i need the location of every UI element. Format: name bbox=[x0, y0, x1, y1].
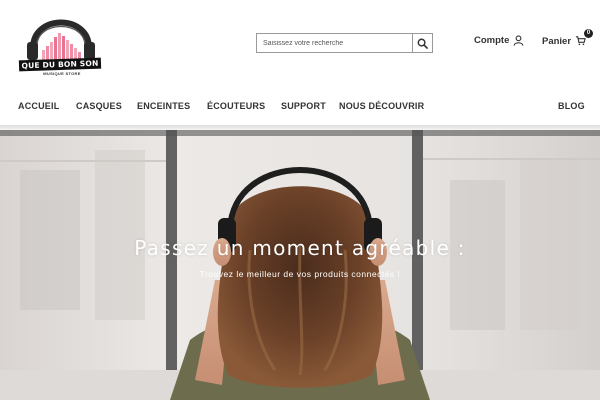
user-icon bbox=[513, 35, 524, 46]
account-label: Compte bbox=[474, 35, 510, 46]
hero-title: Passez un moment agréable : bbox=[134, 236, 466, 260]
search-input[interactable] bbox=[257, 34, 412, 52]
hero-banner[interactable]: Passez un moment agréable : Trouvez le m… bbox=[0, 130, 600, 400]
site-header: QUE DU BON SON MUSIQUE STORE Compte Pani… bbox=[0, 0, 600, 88]
nav-item-support[interactable]: SUPPORT bbox=[281, 96, 326, 116]
cart-icon-wrap: 0 bbox=[575, 29, 594, 47]
search-bar bbox=[256, 33, 433, 53]
logo-tagline: MUSIQUE STORE bbox=[43, 71, 81, 76]
search-icon bbox=[417, 38, 428, 49]
cart-link[interactable]: Panier 0 bbox=[542, 29, 594, 47]
search-button[interactable] bbox=[412, 34, 432, 52]
cart-count-badge: 0 bbox=[584, 29, 594, 38]
hero-subtitle: Trouvez le meilleur de vos produits conn… bbox=[199, 269, 401, 279]
nav-item-ecouteurs[interactable]: ÉCOUTEURS bbox=[207, 96, 265, 116]
account-link[interactable]: Compte bbox=[474, 35, 524, 46]
nav-item-accueil[interactable]: ACCUEIL bbox=[18, 96, 59, 116]
nav-item-blog[interactable]: BLOG bbox=[558, 96, 585, 116]
hero-photo-woman-with-headphones bbox=[0, 130, 600, 400]
nav-item-casques[interactable]: CASQUES bbox=[76, 96, 122, 116]
nav-item-enceintes[interactable]: ENCEINTES bbox=[137, 96, 190, 116]
nav-item-nous-decouvrir[interactable]: NOUS DÉCOUVRIR bbox=[339, 96, 424, 116]
main-navigation: ACCUEIL CASQUES ENCEINTES ÉCOUTEURS SUPP… bbox=[0, 96, 600, 116]
cart-label: Panier bbox=[542, 35, 572, 47]
